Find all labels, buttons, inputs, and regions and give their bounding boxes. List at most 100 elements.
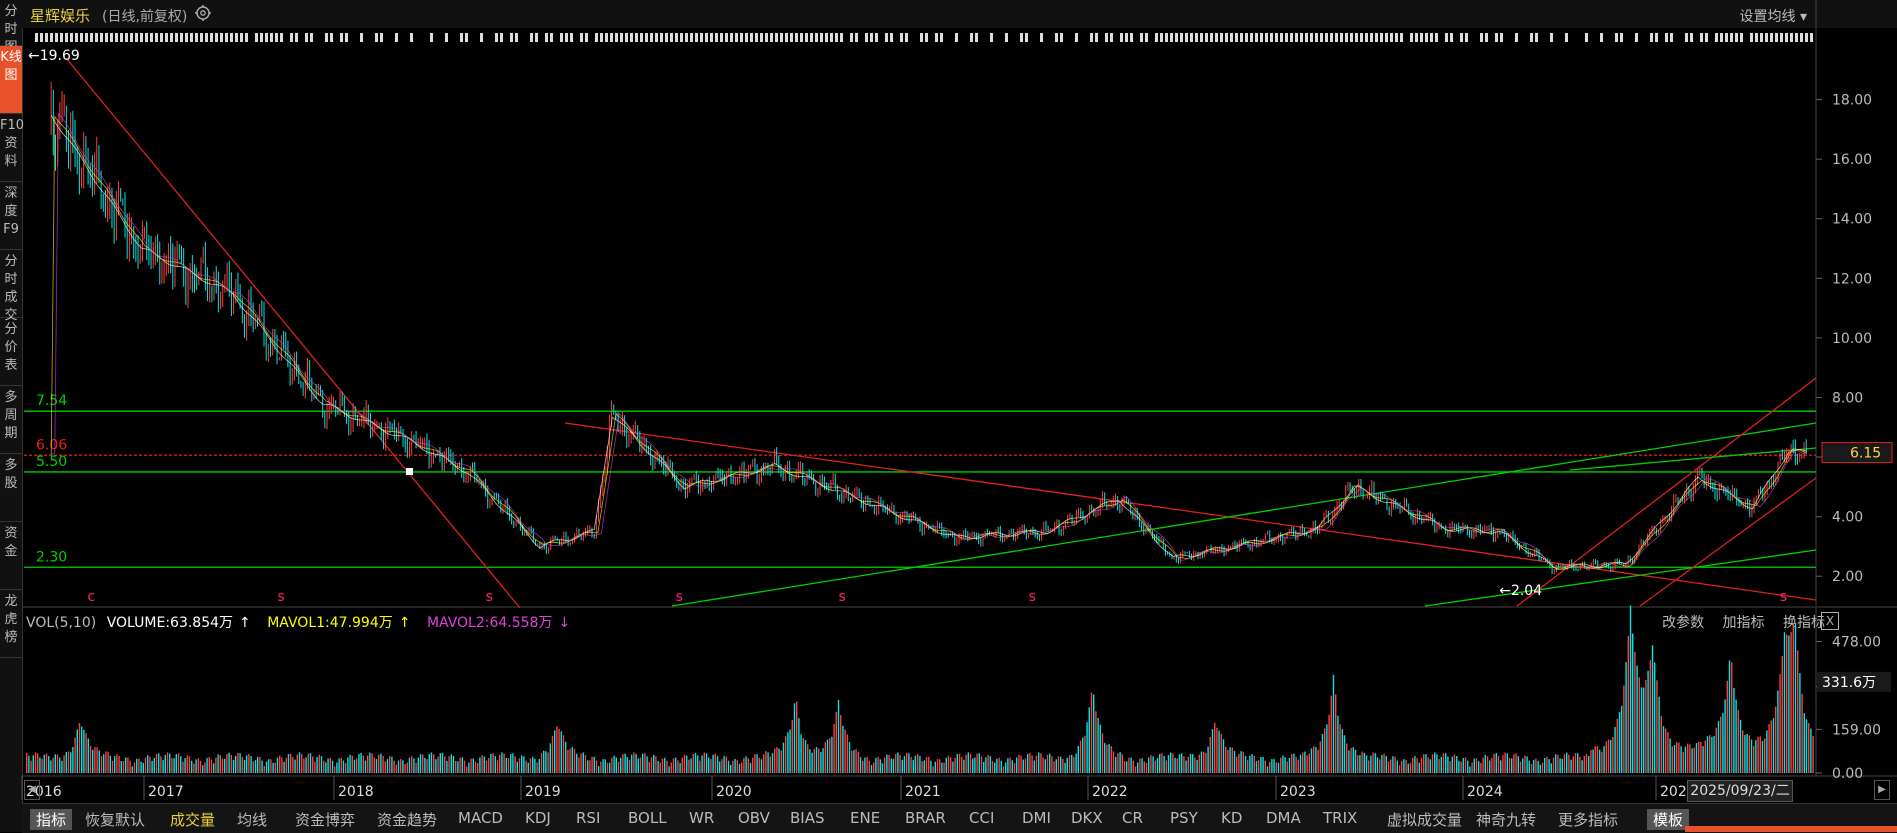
volume-bar — [1493, 753, 1495, 773]
volume-bar — [1282, 755, 1284, 773]
volume-bar — [1029, 752, 1031, 773]
indicator-tab-12[interactable]: BIAS — [790, 809, 825, 827]
volume-bar — [28, 755, 30, 773]
volume-bar — [1676, 742, 1678, 773]
volume-bar — [43, 754, 45, 773]
volume-y-tick-label: 159.00 — [1832, 722, 1881, 738]
volume-bar — [48, 756, 50, 773]
volume-bar — [318, 754, 320, 773]
indicator-tab-4[interactable]: 资金博弈 — [295, 809, 355, 830]
indicator-tab-7[interactable]: KDJ — [525, 809, 551, 827]
indicator-tab-18[interactable]: CR — [1122, 809, 1143, 827]
volume-bar — [932, 766, 934, 773]
volume-bar — [1805, 719, 1808, 773]
volume-bar — [518, 758, 521, 773]
indicator-tab-15[interactable]: CCI — [969, 809, 994, 827]
volume-bar — [1596, 746, 1599, 773]
indicator-tab-17[interactable]: DKX — [1071, 809, 1103, 827]
volume-bar — [166, 752, 169, 773]
volume-bar — [37, 753, 39, 773]
volume-bar — [1315, 747, 1317, 773]
indicator-tab-14[interactable]: BRAR — [905, 809, 946, 827]
indicator-tab-13[interactable]: ENE — [850, 809, 880, 827]
volume-bar — [1698, 741, 1700, 773]
volume-bar — [228, 752, 230, 773]
indicator-tab-16[interactable]: DMI — [1022, 809, 1051, 827]
volume-bar — [835, 711, 837, 773]
volume-bar — [325, 762, 327, 773]
volume-bar — [701, 755, 703, 773]
indicator-tab-9[interactable]: BOLL — [628, 809, 667, 827]
volume-bar — [1440, 756, 1442, 773]
volume-bar — [820, 751, 822, 773]
volume-bar — [983, 761, 985, 773]
volume-bar — [769, 756, 771, 773]
volume-bar — [45, 753, 48, 773]
indicator-tab-1[interactable]: 恢复默认 — [85, 809, 145, 830]
volume-bar — [1196, 759, 1198, 773]
volume-bar — [1207, 746, 1209, 773]
volume-bar — [567, 749, 569, 773]
scroll-left-button[interactable]: ◀ — [24, 780, 40, 800]
indicator-tab-21[interactable]: DMA — [1266, 809, 1301, 827]
x-tick-label: 2023 — [1280, 784, 1316, 800]
volume-bar — [1808, 723, 1810, 773]
volume-bar — [763, 754, 765, 773]
volume-bar — [1561, 758, 1563, 773]
volume-bar — [976, 753, 978, 773]
volume-bar — [1159, 753, 1161, 773]
volume-bar — [1678, 742, 1680, 773]
indicator-tab-6[interactable]: MACD — [458, 809, 503, 827]
volume-bar — [1066, 757, 1068, 773]
indicator-tab-25[interactable]: 更多指标 — [1558, 809, 1618, 830]
x-tick-label: 2024 — [1467, 784, 1503, 800]
volume-bar — [195, 759, 197, 773]
volume-bar — [1453, 754, 1456, 773]
indicator-tab-10[interactable]: WR — [689, 809, 714, 827]
volume-bar — [301, 753, 303, 773]
volume-bar — [296, 754, 298, 773]
scroll-right-button[interactable]: ▶ — [1874, 780, 1890, 800]
volume-bar — [1115, 757, 1117, 773]
volume-bar — [1414, 756, 1416, 773]
volume-bar — [646, 756, 648, 773]
volume-bar — [822, 748, 824, 773]
indicator-tab-20[interactable]: KD — [1221, 809, 1242, 827]
indicator-tab-5[interactable]: 资金趋势 — [377, 809, 437, 830]
indicator-tab-3[interactable]: 均线 — [237, 809, 267, 830]
volume-bar — [925, 756, 928, 773]
volume-bar — [1308, 753, 1310, 773]
volume-bar — [890, 758, 892, 773]
volume-bar — [336, 762, 338, 773]
indicator-tab-22[interactable]: TRIX — [1323, 809, 1357, 827]
indicator-tab-11[interactable]: OBV — [738, 809, 770, 827]
volume-bar — [1451, 756, 1453, 773]
volume-bar — [732, 760, 734, 773]
indicator-tab-2[interactable]: 成交量 — [170, 809, 215, 830]
volume-bar — [1328, 714, 1330, 773]
volume-bar — [331, 760, 334, 773]
volume-bar — [1244, 755, 1247, 773]
volume-bar — [1053, 761, 1055, 773]
volume-bar — [39, 757, 41, 773]
volume-bar — [833, 724, 835, 773]
indicator-tab-24[interactable]: 神奇九转 — [1476, 809, 1536, 830]
volume-bar — [259, 756, 261, 773]
volume-bar — [536, 762, 538, 773]
indicator-tab-19[interactable]: PSY — [1170, 809, 1198, 827]
volume-bar — [1350, 747, 1352, 773]
volume-bar — [1119, 752, 1121, 773]
volume-bar — [815, 746, 818, 773]
indicator-tab-0[interactable]: 指标 — [30, 809, 73, 830]
volume-bar — [807, 744, 809, 773]
volume-bar — [54, 754, 56, 773]
volume-bar — [1134, 766, 1137, 773]
volume-chart[interactable]: 0.00159.00314.00478.00331.6万201620172018… — [0, 0, 1897, 800]
indicator-tab-26[interactable]: 模板 — [1647, 809, 1690, 830]
volume-bar — [547, 752, 549, 773]
volume-bar — [210, 759, 213, 773]
volume-bar — [565, 741, 567, 773]
indicator-tab-8[interactable]: RSI — [576, 809, 600, 827]
indicator-tab-23[interactable]: 虚拟成交量 — [1387, 809, 1462, 830]
volume-bar — [648, 761, 650, 773]
